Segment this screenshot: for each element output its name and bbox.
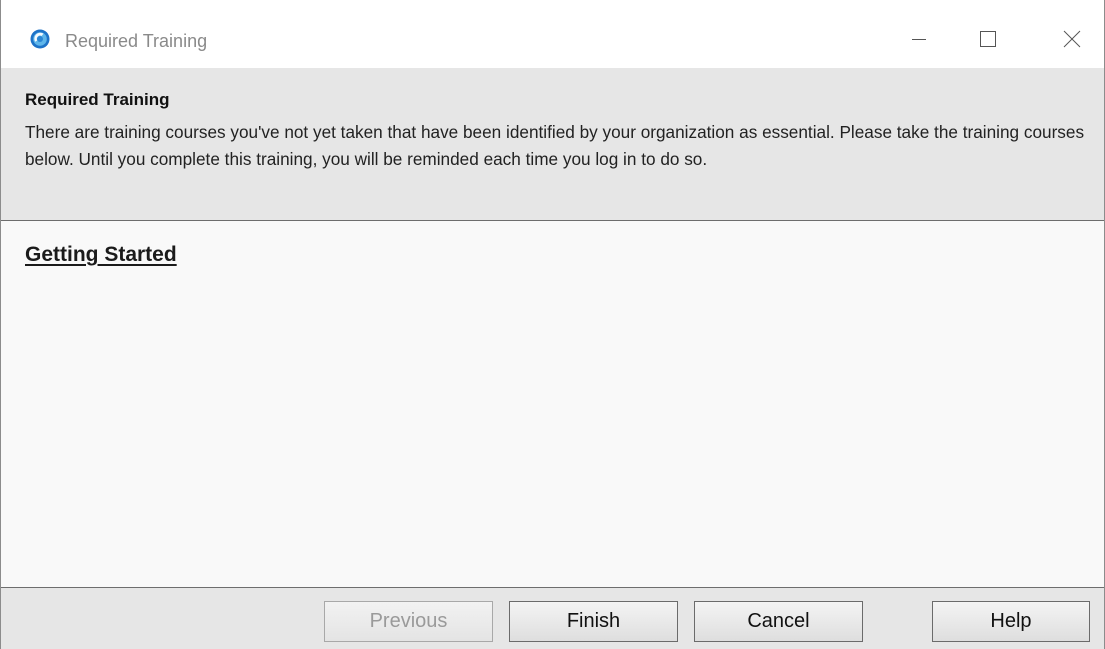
maximize-button[interactable]	[963, 18, 1013, 64]
close-button[interactable]	[1047, 18, 1097, 64]
required-training-dialog: Required Training Required Training Ther…	[0, 0, 1105, 649]
minimize-icon	[911, 31, 927, 52]
header-title: Required Training	[25, 90, 170, 109]
header-description: There are training courses you've not ye…	[25, 122, 1085, 169]
finish-button[interactable]: Finish	[509, 601, 678, 642]
cancel-button[interactable]: Cancel	[694, 601, 863, 642]
course-list: Getting Started	[1, 221, 1104, 587]
button-bar: Previous Finish Cancel Help	[1, 587, 1104, 649]
app-circle-icon	[30, 29, 50, 49]
minimize-button[interactable]	[894, 18, 944, 64]
header-panel: Required Training There are training cou…	[1, 68, 1104, 221]
title-bar[interactable]: Required Training	[1, 0, 1104, 68]
maximize-icon	[979, 30, 997, 53]
window-title: Required Training	[65, 31, 208, 51]
course-link-getting-started[interactable]: Getting Started	[25, 243, 177, 267]
help-button[interactable]: Help	[932, 601, 1090, 642]
close-icon	[1063, 30, 1081, 53]
previous-button[interactable]: Previous	[324, 601, 493, 642]
